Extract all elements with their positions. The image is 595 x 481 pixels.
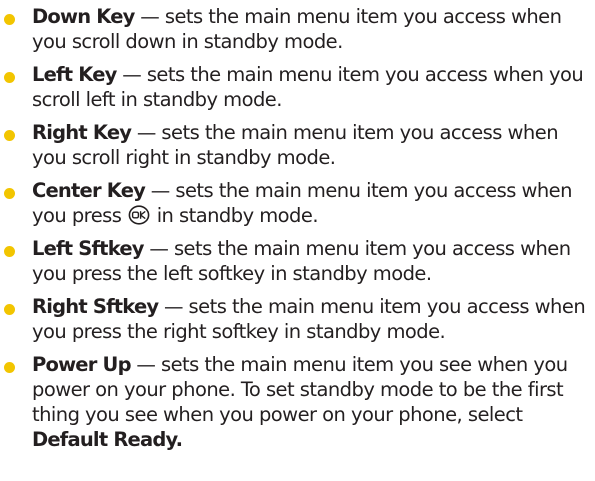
item-term: Power Up <box>32 353 132 376</box>
item-term: Left Key <box>32 63 117 86</box>
list-item-left-softkey: Left Sftkey — sets the main menu item yo… <box>0 236 595 286</box>
bullet-icon <box>4 246 15 257</box>
ok-key-icon <box>128 205 150 225</box>
bullet-icon <box>4 72 15 83</box>
bullet-icon <box>4 188 15 199</box>
bullet-icon <box>4 304 15 315</box>
bullet-icon <box>4 14 15 25</box>
list-item-power-up: Power Up — sets the main menu item you s… <box>0 352 595 452</box>
list-item-left-key: Left Key — sets the main menu item you a… <box>0 62 595 112</box>
bullet-icon <box>4 130 15 141</box>
item-term: Right Sftkey <box>32 295 159 318</box>
bullet-icon <box>4 362 15 373</box>
item-description-continued: in standby mode. <box>156 204 319 227</box>
list-item-down-key: Down Key — sets the main menu item you a… <box>0 4 595 54</box>
item-term: Left Sftkey <box>32 237 144 260</box>
default-ready-emphasis: Default Ready. <box>32 428 183 451</box>
item-term: Right Key <box>32 121 132 144</box>
list-item-right-key: Right Key — sets the main menu item you … <box>0 120 595 170</box>
list-item-right-softkey: Right Sftkey — sets the main menu item y… <box>0 294 595 344</box>
item-term: Down Key <box>32 5 135 28</box>
list-item-center-key: Center Key — sets the main menu item you… <box>0 178 595 228</box>
item-term: Center Key <box>32 179 146 202</box>
menu-key-settings-list: Down Key — sets the main menu item you a… <box>0 4 595 460</box>
